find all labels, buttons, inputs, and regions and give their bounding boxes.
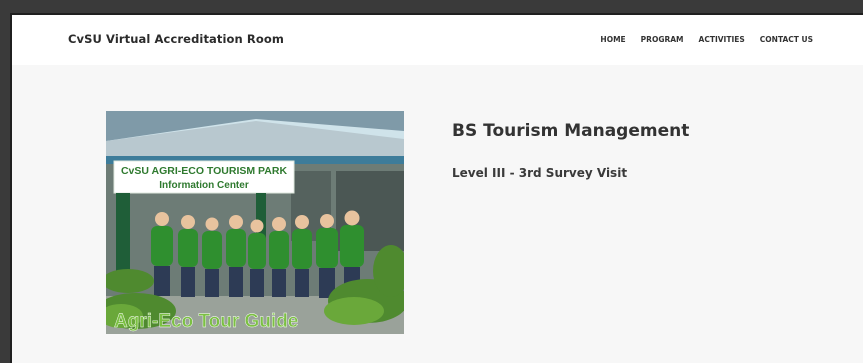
main-content: CvSU AGRI-ECO TOURISM PARK Information C…	[12, 65, 863, 363]
site-title[interactable]: CvSU Virtual Accreditation Room	[68, 32, 284, 46]
nav-contact-us[interactable]: CONTACT US	[760, 35, 813, 44]
photo-caption: Agri-Eco Tour Guide	[114, 311, 298, 332]
program-subtitle: Level III - 3rd Survey Visit	[452, 166, 628, 180]
group-photo: CvSU AGRI-ECO TOURISM PARK Information C…	[106, 111, 404, 334]
nav-program[interactable]: PROGRAM	[641, 35, 684, 44]
nav-menu: HOME PROGRAM ACTIVITIES CONTACT US	[600, 35, 813, 44]
nav-activities[interactable]: ACTIVITIES	[699, 35, 745, 44]
sign-line2: Information Center	[159, 180, 249, 191]
browser-viewport: CvSU Virtual Accreditation Room HOME PRO…	[10, 13, 863, 363]
navbar: CvSU Virtual Accreditation Room HOME PRO…	[12, 15, 863, 65]
sign-line1: CvSU AGRI-ECO TOURISM PARK	[121, 165, 287, 177]
nav-home[interactable]: HOME	[600, 35, 625, 44]
program-title: BS Tourism Management	[452, 121, 690, 141]
